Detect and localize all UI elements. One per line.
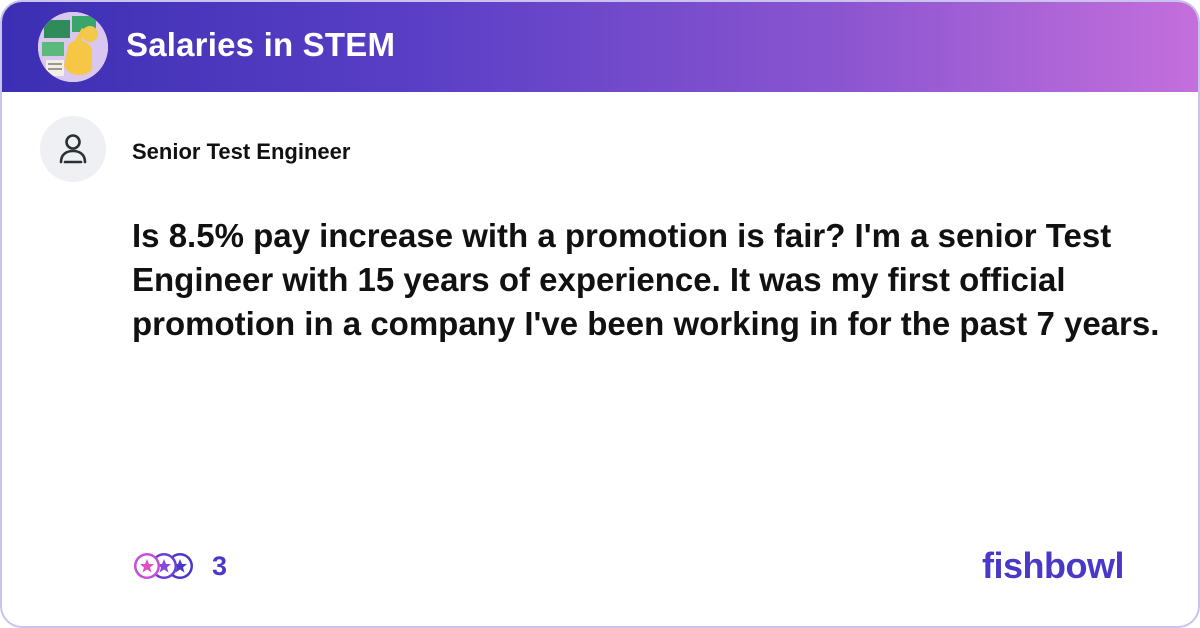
bowl-header[interactable]: Salaries in STEM <box>2 2 1198 92</box>
reaction-count: 3 <box>212 550 228 581</box>
post-card: Salaries in STEM Senior Test Engineer Is… <box>0 0 1200 628</box>
fishbowl-logo[interactable]: fishbowl <box>982 545 1125 587</box>
person-icon <box>40 116 106 182</box>
bowl-title[interactable]: Salaries in STEM <box>126 26 395 64</box>
post-body[interactable]: Is 8.5% pay increase with a promotion is… <box>132 214 1162 346</box>
bowl-avatar-icon[interactable] <box>38 12 108 82</box>
author-title: Senior Test Engineer <box>132 139 351 164</box>
reactions-summary[interactable]: 3 <box>132 550 227 582</box>
reaction-icons <box>132 551 202 581</box>
